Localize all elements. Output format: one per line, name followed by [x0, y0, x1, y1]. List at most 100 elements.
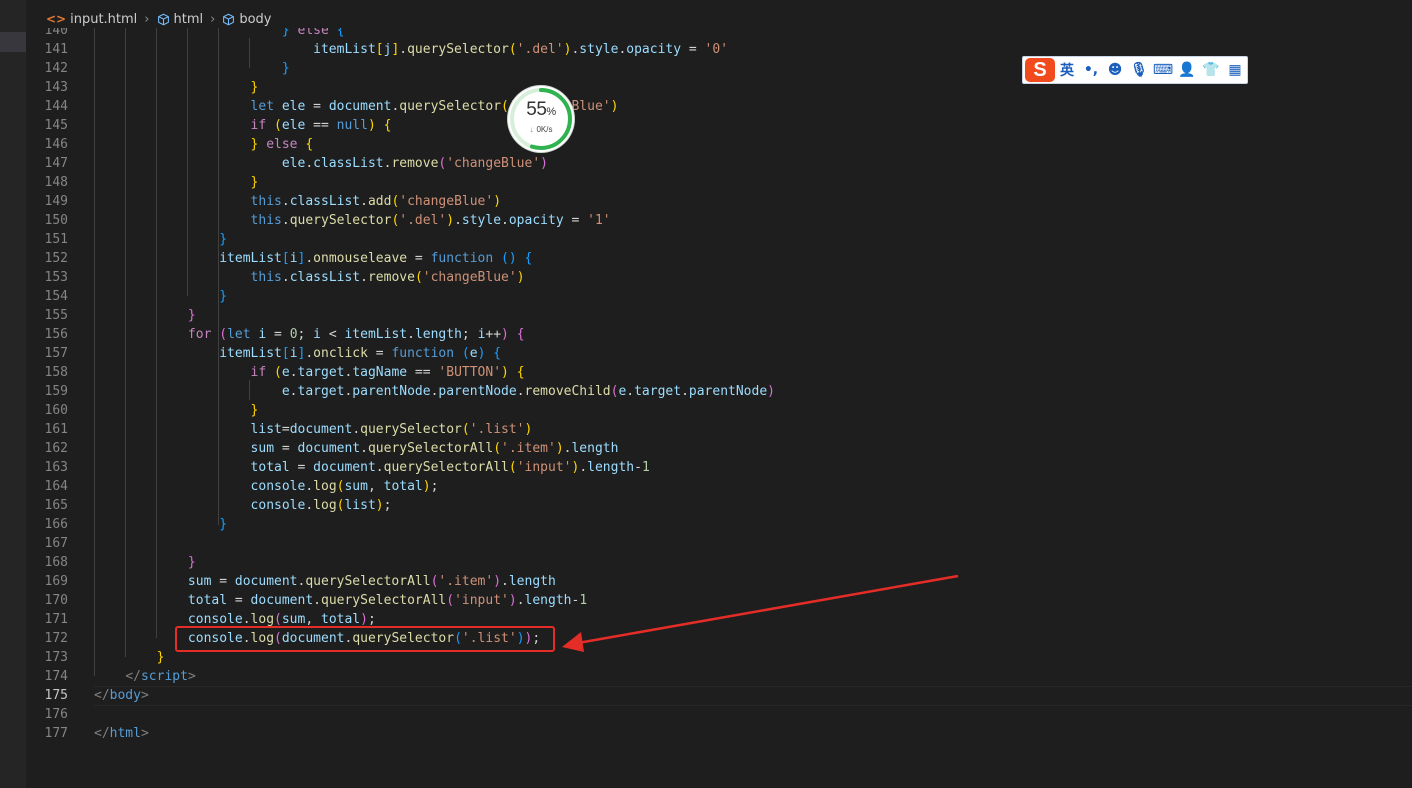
- chevron-right-icon: ›: [210, 11, 216, 27]
- code-text: }: [250, 403, 259, 418]
- code-line[interactable]: 149 this.classList.add('changeBlue'): [26, 192, 1412, 211]
- breadcrumb-body[interactable]: body: [222, 12, 271, 27]
- code-line[interactable]: 166 }: [26, 515, 1412, 534]
- code-text: e.target.parentNode.parentNode.removeChi…: [281, 384, 775, 399]
- code-line[interactable]: 169 sum = document.querySelectorAll('.it…: [26, 572, 1412, 591]
- chevron-right-icon: ›: [144, 11, 150, 27]
- line-number: 172: [44, 631, 68, 646]
- line-number: 159: [44, 384, 68, 399]
- code-text: sum = document.querySelectorAll('.item')…: [250, 441, 619, 456]
- code-line[interactable]: 163 total = document.querySelectorAll('i…: [26, 458, 1412, 477]
- breadcrumb-label: html: [173, 11, 204, 27]
- code-line[interactable]: 160 }: [26, 401, 1412, 420]
- network-speed: ↓ 0K/s: [508, 125, 574, 134]
- code-text: }: [219, 232, 228, 247]
- line-number: 163: [44, 460, 68, 475]
- line-number: 176: [44, 707, 68, 722]
- keyboard-icon[interactable]: ⌨: [1151, 58, 1175, 82]
- breadcrumb: <> input.html › html › body: [26, 9, 1412, 29]
- microphone-icon[interactable]: 🎙: [1127, 58, 1151, 82]
- ime-punctuation-toggle[interactable]: •,: [1079, 58, 1103, 82]
- code-line[interactable]: 158 if (e.target.tagName == 'BUTTON') {: [26, 363, 1412, 382]
- code-line[interactable]: 176: [26, 705, 1412, 724]
- code-text: }: [219, 517, 228, 532]
- code-text: }: [156, 650, 165, 665]
- code-text: </script>: [125, 669, 196, 684]
- code-line[interactable]: 170 total = document.querySelectorAll('i…: [26, 591, 1412, 610]
- network-speed-widget[interactable]: 55% ↓ 0K/s: [508, 86, 574, 152]
- grid-icon[interactable]: ▦: [1223, 58, 1247, 82]
- code-line[interactable]: 174 </script>: [26, 667, 1412, 686]
- code-text: itemList[i].onmouseleave = function () {: [219, 251, 533, 266]
- shirt-icon[interactable]: 👕: [1199, 58, 1223, 82]
- code-text: }: [281, 61, 290, 76]
- line-number: 157: [44, 346, 68, 361]
- line-number: 171: [44, 612, 68, 627]
- cube-icon: [223, 13, 235, 25]
- code-text: ele.classList.remove('changeBlue'): [281, 156, 548, 171]
- emoji-icon[interactable]: ☻: [1103, 58, 1127, 82]
- code-line[interactable]: 175 </body>: [26, 686, 1412, 706]
- code-text: this.classList.remove('changeBlue'): [250, 270, 525, 285]
- code-text: list=document.querySelector('.list'): [250, 422, 533, 437]
- line-number: 143: [44, 80, 68, 95]
- code-line[interactable]: 155 }: [26, 306, 1412, 325]
- code-text: }: [187, 555, 196, 570]
- code-line[interactable]: 165 console.log(list);: [26, 496, 1412, 515]
- code-text: }: [250, 80, 259, 95]
- code-text: itemList[i].onclick = function (e) {: [219, 346, 502, 361]
- breadcrumb-html[interactable]: html: [157, 11, 204, 27]
- line-number: 158: [44, 365, 68, 380]
- code-line[interactable]: 153 this.classList.remove('changeBlue'): [26, 268, 1412, 287]
- line-number: 140: [44, 28, 68, 38]
- line-number: 160: [44, 403, 68, 418]
- line-number: 174: [44, 669, 68, 684]
- code-line[interactable]: 167: [26, 534, 1412, 553]
- code-text: </html>: [94, 726, 149, 741]
- speed-value: 0K/s: [536, 125, 553, 134]
- line-number: 165: [44, 498, 68, 513]
- code-line[interactable]: 177 </html>: [26, 724, 1412, 743]
- code-line[interactable]: 152 itemList[i].onmouseleave = function …: [26, 249, 1412, 268]
- code-line[interactable]: 156 for (let i = 0; i < itemList.length;…: [26, 325, 1412, 344]
- code-line[interactable]: 154 }: [26, 287, 1412, 306]
- code-line[interactable]: 144 let ele = document.querySelector('.c…: [26, 97, 1412, 116]
- code-line[interactable]: 162 sum = document.querySelectorAll('.it…: [26, 439, 1412, 458]
- code-line[interactable]: 159 e.target.parentNode.parentNode.remov…: [26, 382, 1412, 401]
- line-number: 162: [44, 441, 68, 456]
- code-line[interactable]: 168 }: [26, 553, 1412, 572]
- download-arrow-icon: ↓: [529, 125, 534, 134]
- sogou-logo-icon[interactable]: S: [1025, 58, 1055, 82]
- code-line[interactable]: 147 ele.classList.remove('changeBlue'): [26, 154, 1412, 173]
- line-number: 149: [44, 194, 68, 209]
- line-number: 175: [44, 688, 68, 703]
- breadcrumb-file[interactable]: <> input.html: [46, 12, 137, 27]
- ime-language-toggle[interactable]: 英: [1055, 58, 1079, 82]
- code-line[interactable]: 164 console.log(sum, total);: [26, 477, 1412, 496]
- annotation-highlight-box: [175, 626, 555, 652]
- line-number: 168: [44, 555, 68, 570]
- line-number: 153: [44, 270, 68, 285]
- user-icon[interactable]: 👤: [1175, 58, 1199, 82]
- code-line[interactable]: 148 }: [26, 173, 1412, 192]
- line-number: 142: [44, 61, 68, 76]
- activity-bar-active-item[interactable]: [0, 32, 26, 52]
- line-number: 173: [44, 650, 68, 665]
- code-line[interactable]: 157 itemList[i].onclick = function (e) {: [26, 344, 1412, 363]
- line-number: 161: [44, 422, 68, 437]
- code-text: total = document.querySelectorAll('input…: [187, 593, 588, 608]
- code-text: } else {: [281, 28, 345, 38]
- code-text: this.classList.add('changeBlue'): [250, 194, 502, 209]
- line-number: 154: [44, 289, 68, 304]
- code-line[interactable]: 145 if (ele == null) {: [26, 116, 1412, 135]
- code-line[interactable]: 161 list=document.querySelector('.list'): [26, 420, 1412, 439]
- code-line[interactable]: 140 } else {: [26, 28, 1412, 40]
- network-percent: 55%: [508, 99, 574, 121]
- code-line[interactable]: 146 } else {: [26, 135, 1412, 154]
- code-editor[interactable]: 140 } else {141 itemList[j].querySelecto…: [26, 28, 1412, 788]
- code-line[interactable]: 150 this.querySelector('.del').style.opa…: [26, 211, 1412, 230]
- line-number: 148: [44, 175, 68, 190]
- line-number: 145: [44, 118, 68, 133]
- code-line[interactable]: 151 }: [26, 230, 1412, 249]
- current-line-highlight: [94, 686, 1412, 706]
